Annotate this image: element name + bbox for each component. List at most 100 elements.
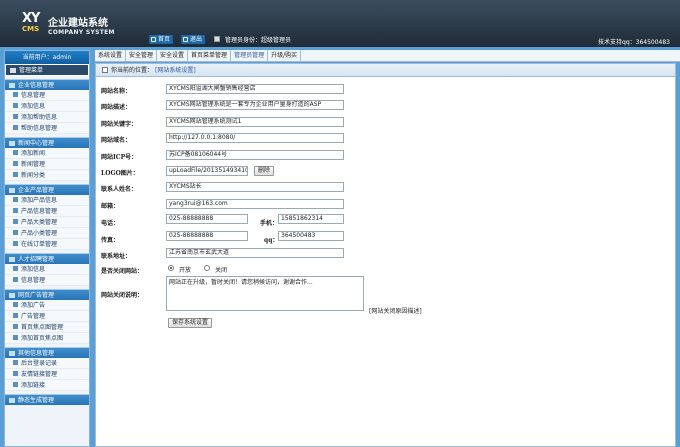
sidebar-item[interactable]: 新闻管理 [5,159,89,170]
sidebar-group-header[interactable]: 其他信息管理 [5,347,89,358]
tab-admin-management[interactable]: 管理员管理 [231,50,269,62]
admin-identity: 管理员身份：超级管理员 [225,37,292,44]
sidebar-item[interactable]: 添加链接 [5,380,89,391]
contact-input[interactable]: XYCMS站长 [166,182,344,192]
sidebar-group-title: 静态生成管理 [18,397,55,404]
breadcrumb: 你当前的位置： [网站系统设置] [96,64,675,77]
document-icon [13,208,18,213]
sidebar-item[interactable]: 添加广告 [5,300,89,311]
logo-cms: CMS [22,25,40,33]
sidebar-item[interactable]: 产品小类管理 [5,228,89,239]
sidebar-item[interactable]: 后台登录记录 [5,358,89,369]
document-icon [13,277,18,282]
breadcrumb-current: [网站系统设置] [155,67,196,74]
document-icon [13,197,18,202]
sidebar-item[interactable]: 信息管理 [5,275,89,286]
sidebar-item[interactable]: 友情链接管理 [5,369,89,380]
sidebar-item[interactable]: 在线订单管理 [5,239,89,250]
logout-button[interactable]: 退出 [181,35,206,44]
site-desc-label: 网站描述： [101,104,132,111]
sidebar-item-label: 帮助信息管理 [21,125,58,132]
folder-icon [9,257,15,262]
sidebar-item[interactable]: 添加首页焦点图 [5,333,89,344]
sidebar-item[interactable]: 产品信息管理 [5,206,89,217]
sidebar-group-header[interactable]: 人才招聘管理 [5,253,89,264]
document-icon [13,324,18,329]
top-tabs: 系统设置 安全管理 安全设置 首页菜单管理 管理员管理 升级/购买 [95,50,680,62]
sidebar-group-header[interactable]: 企业产品管理 [5,184,89,195]
document-icon [13,335,18,340]
sidebar-item[interactable]: 新闻分类 [5,170,89,181]
tab-home-menu[interactable]: 首页菜单管理 [188,50,232,62]
document-icon [13,219,18,224]
fax-input[interactable]: 025-88888888 [166,231,248,241]
tab-security-settings[interactable]: 安全设置 [157,50,189,62]
document-icon [13,241,18,246]
sidebar-item[interactable]: 产品大类管理 [5,217,89,228]
logo-icon: XY CMS [22,11,44,33]
power-icon [183,37,188,42]
home-label: 首页 [158,36,171,43]
qq-label: qq： [264,237,279,244]
sidebar-root-label: 管理菜单 [19,67,44,74]
email-input[interactable]: yang3rui@163.com [166,199,344,209]
sidebar-item[interactable]: 首页焦点图管理 [5,322,89,333]
qq-input[interactable]: 364500483 [278,231,344,241]
close-reason-textarea[interactable]: 网站正在升级，暂时关闭！请您稍候访问，谢谢合作... [166,276,364,311]
sidebar-groups: 企业信息管理 信息管理 添加信息 添加帮助信息 帮助信息管理 新闻中心管理 添加新闻 新闻管理… [5,79,89,405]
sidebar-item-label: 新闻分类 [21,172,46,179]
open-radio[interactable] [168,265,174,271]
save-settings-button[interactable]: 保存系统设置 [168,318,213,328]
logo-xy: XY [22,11,40,26]
sidebar-group-header[interactable]: 静态生成管理 [5,394,89,405]
site-desc-input[interactable]: XYCMS网站管理系统是一套专为企业用户量身打造的ASP [166,100,344,110]
folder-icon [9,83,15,88]
document-icon [13,150,18,155]
sidebar-group-header[interactable]: 新闻中心管理 [5,137,89,148]
sidebar-group-header[interactable]: 企业信息管理 [5,79,89,90]
sidebar-item-label: 添加产品信息 [21,197,58,204]
folder-icon [9,398,15,403]
sidebar-item[interactable]: 添加信息 [5,264,89,275]
address-input[interactable]: 江苏省南京市玄武大道 [166,248,344,258]
sidebar-item-label: 新闻管理 [21,161,46,168]
phone-input[interactable]: 025-88888888 [166,214,248,224]
sidebar-group-title: 企业产品管理 [18,187,55,194]
icp-input[interactable]: 苏ICP备08106044号 [166,150,344,160]
domain-label: 网站域名： [101,137,132,144]
close-radio[interactable] [204,265,210,271]
delete-logo-button[interactable]: 删除 [254,166,275,176]
app-subtitle: COMPANY SYSTEM [48,29,115,36]
domain-input[interactable]: http://127.0.0.1:8080/ [166,133,344,143]
mobile-input[interactable]: 15851862314 [278,214,344,224]
sidebar-item-label: 添加链接 [21,382,46,389]
sidebar-item[interactable]: 信息管理 [5,90,89,101]
logo-path-input[interactable]: upLoadFile/20135149341022 [166,166,248,176]
sidebar-item[interactable]: 帮助信息管理 [5,123,89,134]
sidebar-item-label: 添加广告 [21,302,46,309]
sidebar-root[interactable]: 管理菜单 [5,64,89,76]
keywords-input[interactable]: XYCMS网站管理系统测试1 [166,117,344,127]
close-reason-note: [网站关闭原因描述] [369,308,422,315]
tab-security-management[interactable]: 安全管理 [126,50,158,62]
sidebar-group-header[interactable]: 网页广告管理 [5,289,89,300]
sidebar-item-label: 添加帮助信息 [21,114,58,121]
sidebar-item-label: 产品信息管理 [21,208,58,215]
sidebar-item[interactable]: 添加产品信息 [5,195,89,206]
tab-system-settings[interactable]: 系统设置 [95,50,127,62]
folder-icon [9,351,15,356]
sidebar-group-title: 人才招聘管理 [18,256,55,263]
home-button[interactable]: 首页 [149,35,174,44]
site-name-input[interactable]: XYCMS阳溢湖大闸蟹销售经营店 [166,84,344,94]
sidebar-group-title: 企业信息管理 [18,82,55,89]
contact-label: 联系人姓名： [101,186,138,193]
sidebar-item-label: 信息管理 [21,277,46,284]
site-name-label: 网站名称： [101,88,132,95]
close-reason-label: 网站关闭说明： [101,292,144,299]
sidebar-item[interactable]: 广告管理 [5,311,89,322]
tab-upgrade[interactable]: 升级/购买 [268,50,302,62]
sidebar-item[interactable]: 添加帮助信息 [5,112,89,123]
sidebar-item[interactable]: 添加新闻 [5,148,89,159]
sidebar-item[interactable]: 添加信息 [5,101,89,112]
folder-icon [9,141,15,146]
